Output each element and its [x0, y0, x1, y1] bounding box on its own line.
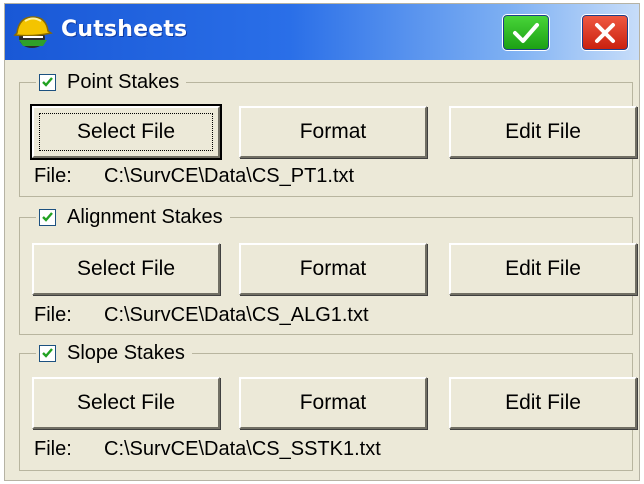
slope-stakes-select-file-button[interactable]: Select File — [32, 377, 220, 429]
alignment-stakes-checkbox[interactable] — [39, 208, 56, 226]
button-label: Format — [299, 257, 367, 280]
button-label: Format — [299, 120, 367, 143]
slope-stakes-file-path: C:\SurvCE\Data\CS_SSTK1.txt — [104, 438, 381, 460]
alignment-stakes-file-line: File: C:\SurvCE\Data\CS_ALG1.txt — [34, 304, 369, 327]
checkmark-icon — [42, 211, 53, 222]
alignment-stakes-file-path: C:\SurvCE\Data\CS_ALG1.txt — [104, 304, 369, 326]
ok-button[interactable] — [502, 14, 550, 51]
focus-rectangle — [39, 113, 213, 151]
cutsheets-dialog: Cutsheets Point Stakes Select File Forma… — [4, 3, 640, 481]
button-label: Select File — [76, 257, 176, 280]
slope-stakes-edit-file-button[interactable]: Edit File — [449, 377, 637, 429]
point-stakes-edit-file-button[interactable]: Edit File — [449, 106, 637, 158]
alignment-stakes-select-file-button[interactable]: Select File — [32, 243, 220, 295]
slope-stakes-checkbox[interactable] — [39, 344, 56, 362]
file-label: File: — [34, 304, 72, 326]
file-label: File: — [34, 438, 72, 460]
point-stakes-checkbox[interactable] — [39, 73, 56, 91]
button-label: Select File — [76, 391, 176, 414]
point-stakes-file-path: C:\SurvCE\Data\CS_PT1.txt — [104, 165, 355, 187]
window-title: Cutsheets — [61, 17, 188, 42]
slope-stakes-format-button[interactable]: Format — [239, 377, 427, 429]
point-stakes-file-line: File: C:\SurvCE\Data\CS_PT1.txt — [34, 165, 354, 188]
alignment-stakes-format-button[interactable]: Format — [239, 243, 427, 295]
file-label: File: — [34, 165, 72, 187]
checkmark-icon — [42, 76, 53, 87]
title-bar: Cutsheets — [5, 4, 639, 60]
slope-stakes-group: Slope Stakes Select File Format Edit Fil… — [19, 341, 637, 471]
slope-stakes-legend: Slope Stakes — [36, 341, 192, 365]
button-label: Edit File — [505, 391, 581, 414]
checkmark-icon — [42, 347, 53, 358]
point-stakes-group: Point Stakes Select File Format Edit Fil… — [19, 70, 637, 197]
button-label: Edit File — [505, 120, 581, 143]
slope-stakes-file-line: File: C:\SurvCE\Data\CS_SSTK1.txt — [34, 438, 381, 461]
button-label: Format — [299, 391, 367, 414]
surveyor-hardhat-icon — [13, 13, 53, 51]
point-stakes-label: Point Stakes — [67, 70, 180, 93]
slope-stakes-label: Slope Stakes — [67, 341, 185, 364]
point-stakes-format-button[interactable]: Format — [239, 106, 427, 158]
button-label: Edit File — [505, 257, 581, 280]
point-stakes-legend: Point Stakes — [36, 70, 187, 94]
alignment-stakes-legend: Alignment Stakes — [36, 205, 230, 229]
alignment-stakes-group: Alignment Stakes Select File Format Edit… — [19, 205, 637, 335]
close-button[interactable] — [581, 14, 629, 51]
alignment-stakes-label: Alignment Stakes — [67, 205, 223, 228]
point-stakes-select-file-button[interactable]: Select File — [30, 104, 222, 160]
alignment-stakes-edit-file-button[interactable]: Edit File — [449, 243, 637, 295]
